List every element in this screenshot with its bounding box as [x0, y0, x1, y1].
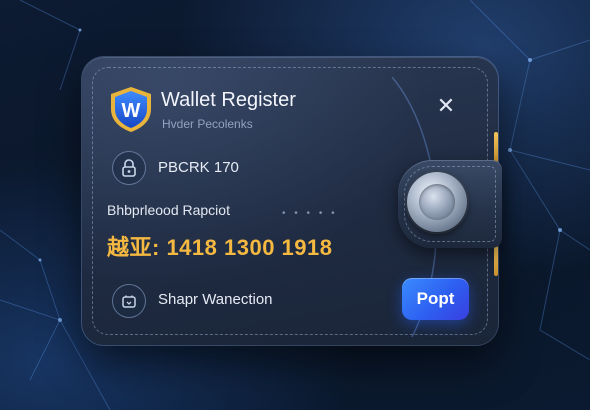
account-code: PBCRK 170 — [158, 159, 239, 176]
accept-button[interactable]: Popt — [402, 278, 469, 320]
shield-letter: W — [122, 100, 141, 122]
close-button[interactable]: ✕ — [430, 90, 462, 122]
action-label: Shapr Wanection — [158, 291, 273, 308]
address-label: Bhbprleood Rapciot — [107, 202, 230, 218]
clasp-knob-center — [419, 184, 455, 220]
balance-value: 越亚: 1418 1300 1918 — [107, 235, 333, 260]
clasp-icon[interactable] — [407, 172, 467, 232]
lock-icon — [112, 151, 146, 185]
wallet-icon — [112, 284, 146, 318]
dialog-title: Wallet Register — [161, 89, 296, 111]
close-icon: ✕ — [436, 93, 456, 118]
card-gold-edge-bottom — [494, 246, 498, 276]
card-gold-edge-top — [494, 132, 498, 162]
address-dots: • • • • • — [282, 208, 338, 219]
dialog-subtitle: Hvder Pecolenks — [162, 117, 253, 131]
shield-icon: W — [108, 85, 154, 133]
